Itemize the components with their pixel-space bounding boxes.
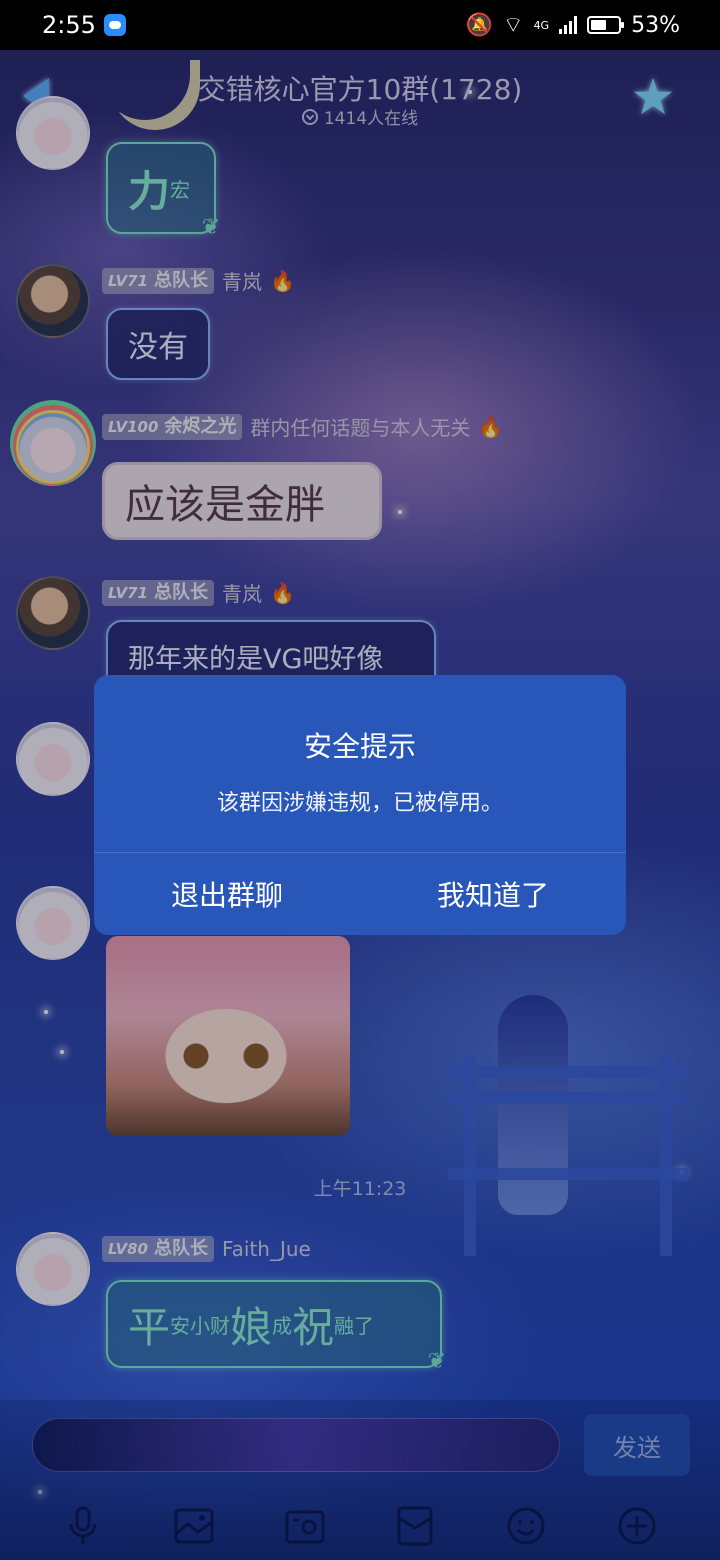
signal-icon [559,16,578,34]
mute-icon: 🔕 [465,12,493,38]
battery-icon [587,16,625,34]
status-bar: 2:55 🔕 ⌔ 4G 53% [0,0,720,50]
exit-group-button[interactable]: 退出群聊 [94,853,360,935]
dialog-title: 安全提示 [303,730,416,763]
weather-app-icon [103,14,126,36]
security-alert-dialog: 安全提示 该群因涉嫌违规，已被停用。 退出群聊 我知道了 [94,675,626,935]
dialog-message: 该群因涉嫌违规，已被停用。 [216,791,503,816]
wifi-icon: ⌔ [502,13,524,38]
network-type: 4G [533,18,550,32]
battery-percent: 53% [631,12,680,38]
acknowledge-button[interactable]: 我知道了 [360,853,626,935]
clock: 2:55 [42,11,96,39]
